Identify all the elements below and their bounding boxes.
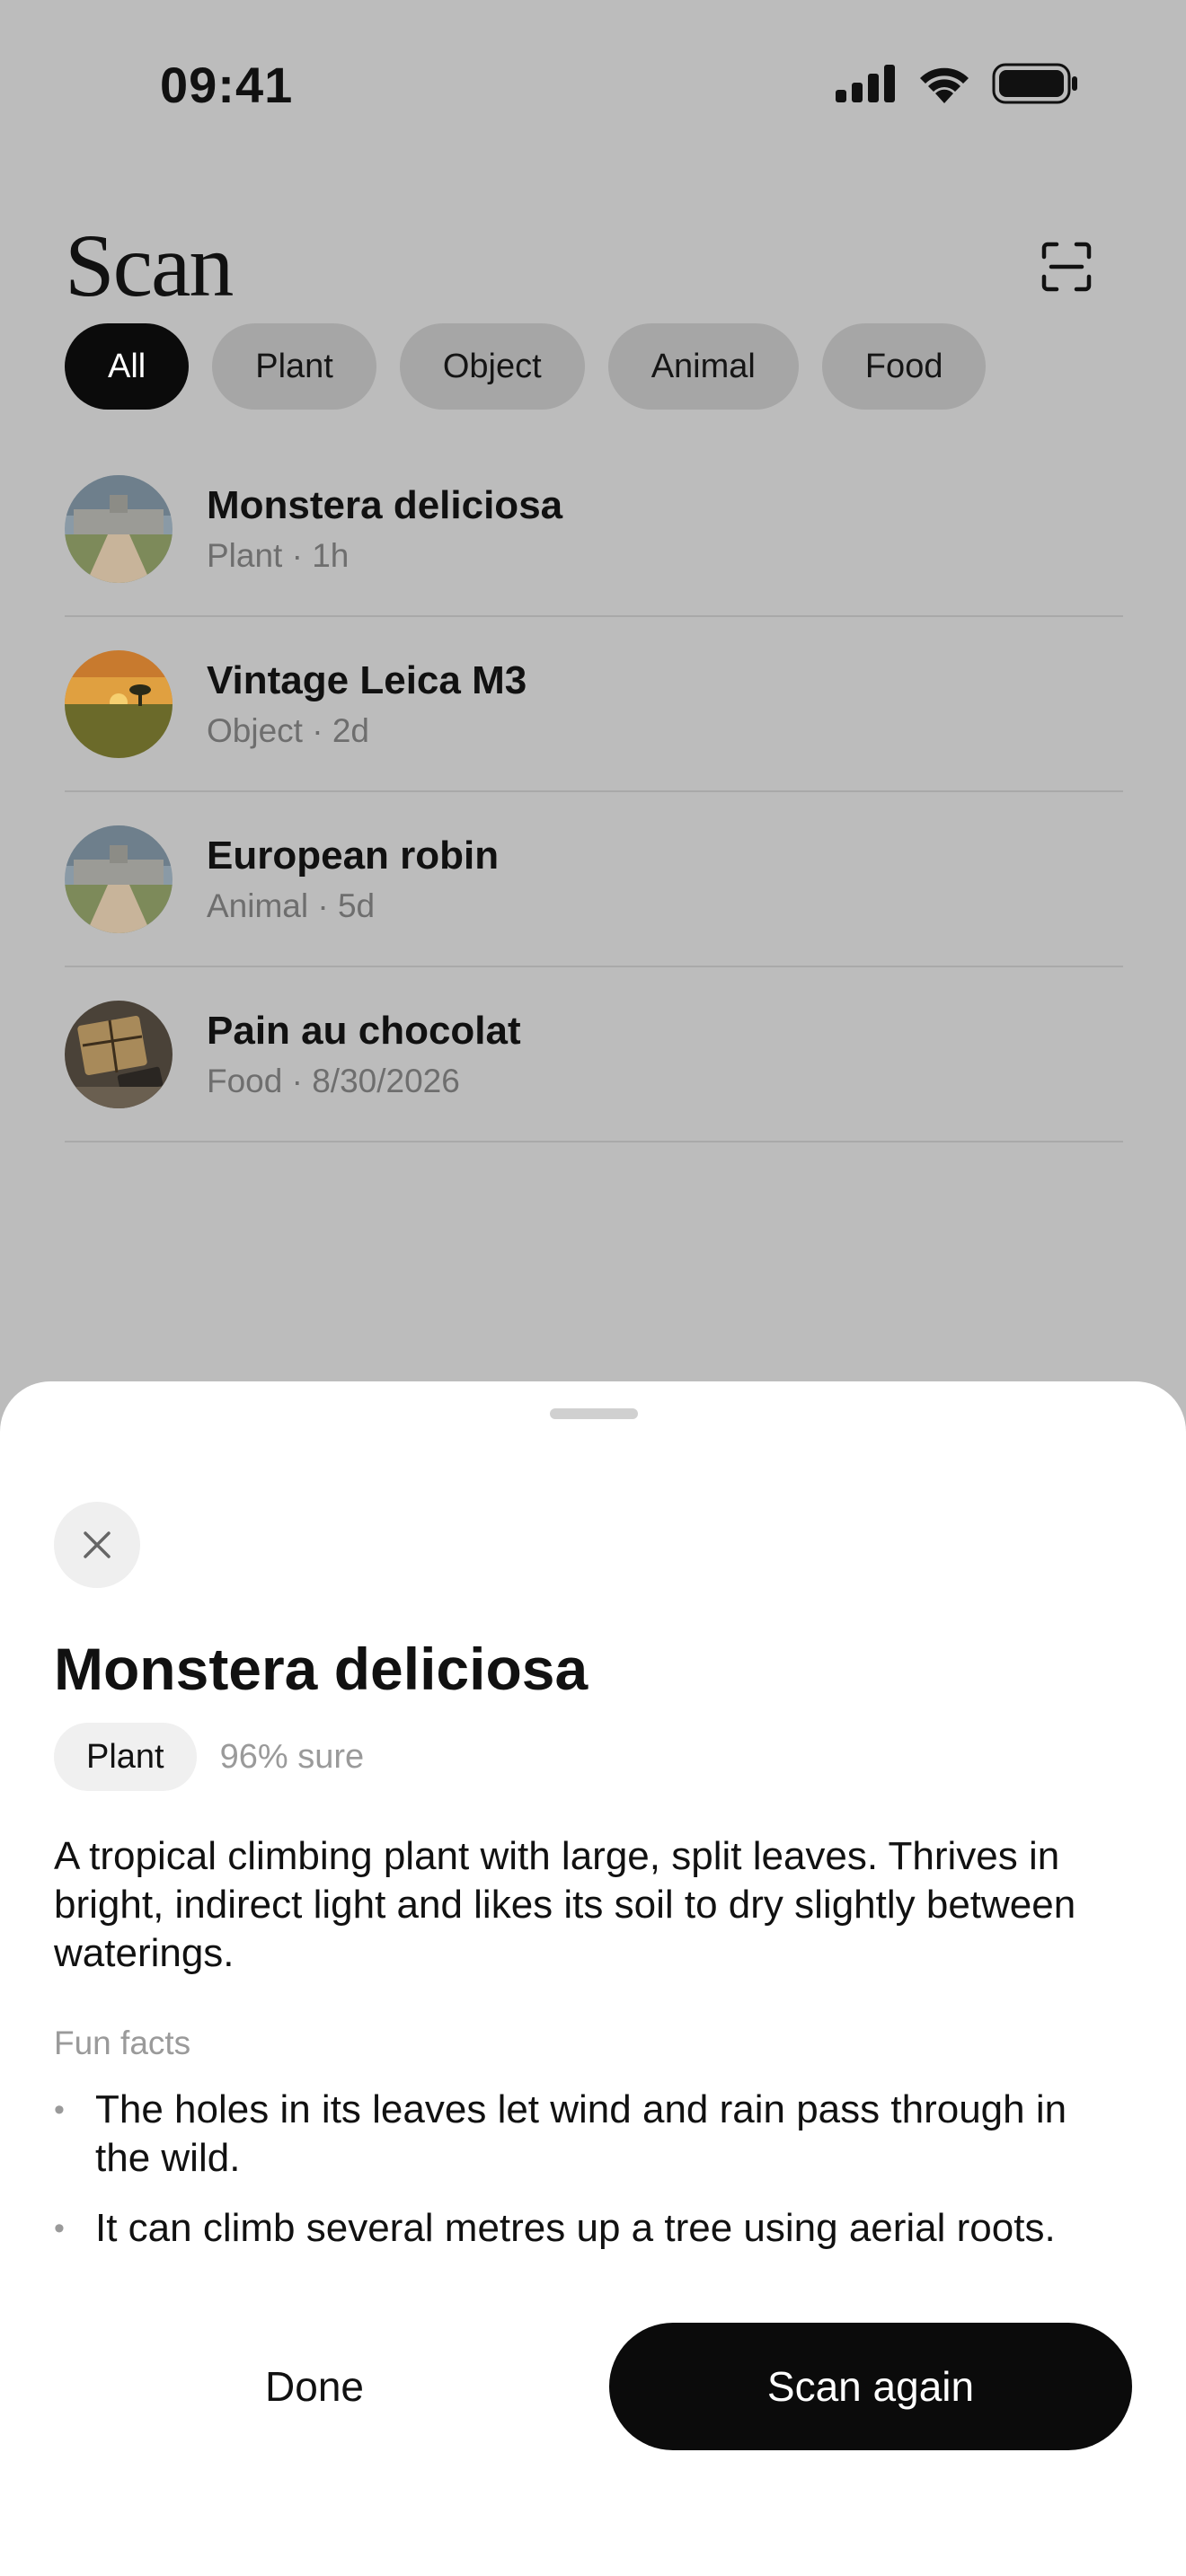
fun-fact-item: It can climb several metres up a tree us… bbox=[54, 2204, 1132, 2253]
category-badge: Plant bbox=[54, 1723, 197, 1791]
thumbnail-image bbox=[65, 649, 173, 758]
page-title: Scan bbox=[65, 216, 234, 315]
list-item[interactable]: Pain au chocolat Food · 8/30/2026 bbox=[65, 967, 1123, 1142]
close-button[interactable] bbox=[54, 1502, 140, 1588]
list-item[interactable]: Vintage Leica M3 Object · 2d bbox=[65, 617, 1123, 792]
result-meta: Plant 96% sure bbox=[54, 1723, 364, 1791]
thumbnail-image bbox=[65, 825, 173, 933]
battery-icon bbox=[992, 63, 1077, 104]
filter-chip-animal[interactable]: Animal bbox=[607, 323, 799, 410]
scan-frame-icon bbox=[1041, 242, 1092, 292]
fun-fact-item: The holes in its leaves let wind and rai… bbox=[54, 2086, 1132, 2183]
done-button[interactable]: Done bbox=[54, 2323, 575, 2450]
fun-facts-list: The holes in its leaves let wind and rai… bbox=[54, 2086, 1132, 2274]
filter-chip-plant[interactable]: Plant bbox=[212, 323, 376, 410]
thumbnail-image bbox=[65, 1000, 173, 1108]
thumbnail-image bbox=[65, 474, 173, 583]
result-bottom-sheet: Monstera deliciosa Plant 96% sure A trop… bbox=[0, 1381, 1186, 2576]
result-description: A tropical climbing plant with large, sp… bbox=[54, 1834, 1076, 1975]
list-item-title: Pain au chocolat bbox=[207, 1008, 521, 1053]
list-item-subtitle: Animal · 5d bbox=[207, 887, 376, 924]
filter-chip-all[interactable]: All bbox=[65, 323, 190, 410]
list-item[interactable]: European robin Animal · 5d bbox=[65, 792, 1123, 967]
list-item-subtitle: Food · 8/30/2026 bbox=[207, 1062, 460, 1099]
sheet-grabber[interactable] bbox=[550, 1408, 638, 1419]
fun-facts-heading: Fun facts bbox=[54, 2025, 191, 2061]
list-item[interactable]: Monstera deliciosa Plant · 1h bbox=[65, 442, 1123, 617]
filter-chip-food[interactable]: Food bbox=[821, 323, 987, 410]
wifi-icon bbox=[920, 67, 969, 103]
list-item-title: European robin bbox=[207, 833, 500, 878]
status-bar: 09:41 bbox=[0, 0, 1186, 171]
status-icons bbox=[836, 63, 1078, 104]
scan-frame-button[interactable] bbox=[1040, 241, 1093, 293]
list-item-subtitle: Plant · 1h bbox=[207, 536, 350, 574]
list-item-title: Vintage Leica M3 bbox=[207, 657, 527, 702]
confidence-label: 96% sure bbox=[219, 1737, 365, 1776]
result-title: Monstera deliciosa bbox=[54, 1636, 589, 1702]
close-icon bbox=[84, 1531, 111, 1558]
filter-chips: All Plant Object Animal Food bbox=[65, 323, 987, 410]
scan-again-button[interactable]: Scan again bbox=[609, 2323, 1132, 2450]
scan-history-list: Monstera deliciosa Plant · 1h Vintage Le… bbox=[65, 442, 1123, 1142]
filter-chip-object[interactable]: Object bbox=[399, 323, 585, 410]
status-time: 09:41 bbox=[160, 57, 294, 113]
list-item-subtitle: Object · 2d bbox=[207, 711, 369, 749]
list-item-title: Monstera deliciosa bbox=[207, 482, 563, 527]
cellular-signal-icon bbox=[836, 65, 895, 102]
